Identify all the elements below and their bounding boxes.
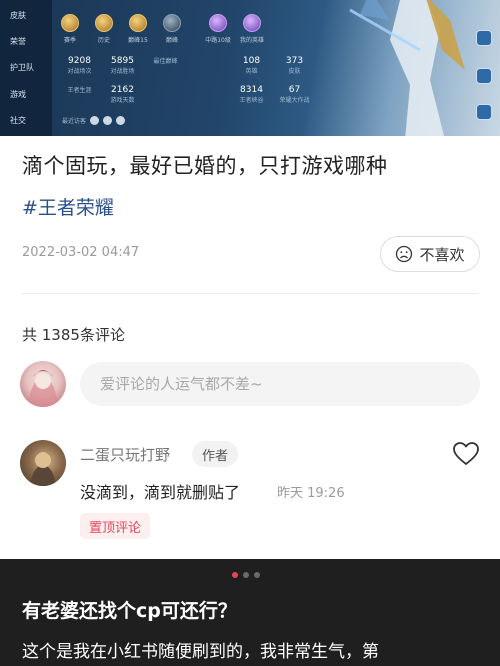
author-badge: 作者 [192,441,239,467]
carousel-dot[interactable] [232,572,238,578]
avatar-image [28,370,58,407]
lane-badge: 中路10级 [205,14,231,44]
stat-item [187,85,230,104]
caption-panel: 有老婆还找个cp可还行？ 这个是我在小红书随便刷到的，我非常生气，第 [0,559,500,666]
like-button[interactable] [452,441,480,467]
visitor-avatar [90,116,100,125]
carousel-indicator [232,572,260,578]
stat-item: 王者生涯 [67,87,92,94]
stat-item: 2162 游戏天数 [110,85,135,104]
visitor-avatar [116,116,126,125]
comment-author-avatar[interactable] [20,440,66,486]
divider [22,293,478,294]
side-action-icon [476,68,492,84]
carousel-dot[interactable] [243,572,249,578]
carousel-dot[interactable] [254,572,260,578]
comment-count: 共 1385条评论 [22,326,125,344]
game-sidebar-item: 皮肤 [10,10,26,20]
avatar [20,361,66,407]
medal-icon [209,14,227,32]
season-badge: 赛季 [58,14,82,44]
comment-text: 没滴到，滴到就删贴了 [80,483,241,502]
game-sidebar-item: 社交 [10,116,26,126]
game-stats: 9208 对战场次 5895 对战胜场 最佳巅峰 108 英雄 373 皮肤 王者生涯 … [58,56,316,104]
sad-face-icon [396,245,413,263]
game-sidebar-item: 护卫队 [10,63,34,73]
dislike-button[interactable]: 不喜欢 [380,236,480,272]
stat-item [144,85,187,104]
stat-item: 8314 王者峡谷 [239,85,264,104]
stat-item: 67 荣耀大作战 [279,85,310,104]
pinned-comment-badge: 置顶评论 [80,513,151,539]
game-badges: 赛季 历史 巅峰15 巅峰 中路10级 我的英雄 [58,14,264,44]
visitor-avatar [103,116,113,125]
recent-visitors: 最近访客 [62,116,126,125]
stat-item: 373 皮肤 [285,56,304,75]
medal-icon [95,14,113,32]
my-heroes-badge: 我的英雄 [240,14,264,44]
heart-outline-icon [453,442,479,465]
game-sidebar: 皮肤 荣誉 护卫队 游戏 社交 [0,0,52,136]
peak-rank-badge: 巅峰 [160,14,184,44]
post-title: 滴个固玩，最好已婚的，只打游戏哪种 [22,154,388,178]
stat-item: 108 英雄 [242,56,261,75]
medal-icon [129,14,147,32]
stat-item: 最佳巅峰 [153,58,178,65]
game-sidebar-item: 游戏 [10,89,26,99]
game-sidebar-item: 荣誉 [10,37,26,47]
comment-author-name[interactable]: 二蛋只玩打野 [80,444,170,465]
dislike-label: 不喜欢 [419,245,465,264]
post-hashtag[interactable]: #王者荣耀 [22,193,114,220]
side-action-icon [476,104,492,120]
caption-title: 有老婆还找个cp可还行？ [22,600,237,622]
medal-icon [243,14,261,32]
post-date: 2022-03-02 04:47 [22,245,140,260]
stat-item [187,56,230,75]
comment-input[interactable] [80,362,480,406]
stat-item: 5895 对战胜场 [110,56,135,75]
caption-body: 这个是我在小红书随便刷到的，我非常生气，第 [22,642,379,662]
game-profile-image: 皮肤 荣誉 护卫队 游戏 社交 赛季 历史 巅峰15 巅峰 中路10级 我的英雄… [0,0,500,136]
medal-icon [163,14,181,32]
hero-artwork [349,0,465,136]
side-action-icon [476,30,492,46]
medal-icon [61,14,79,32]
history-badge: 历史 [92,14,116,44]
avatar-image [30,452,56,486]
stat-item: 9208 对战场次 [67,56,92,75]
peak-badge: 巅峰15 [126,14,150,44]
comment-time: 昨天 19:26 [277,486,345,501]
